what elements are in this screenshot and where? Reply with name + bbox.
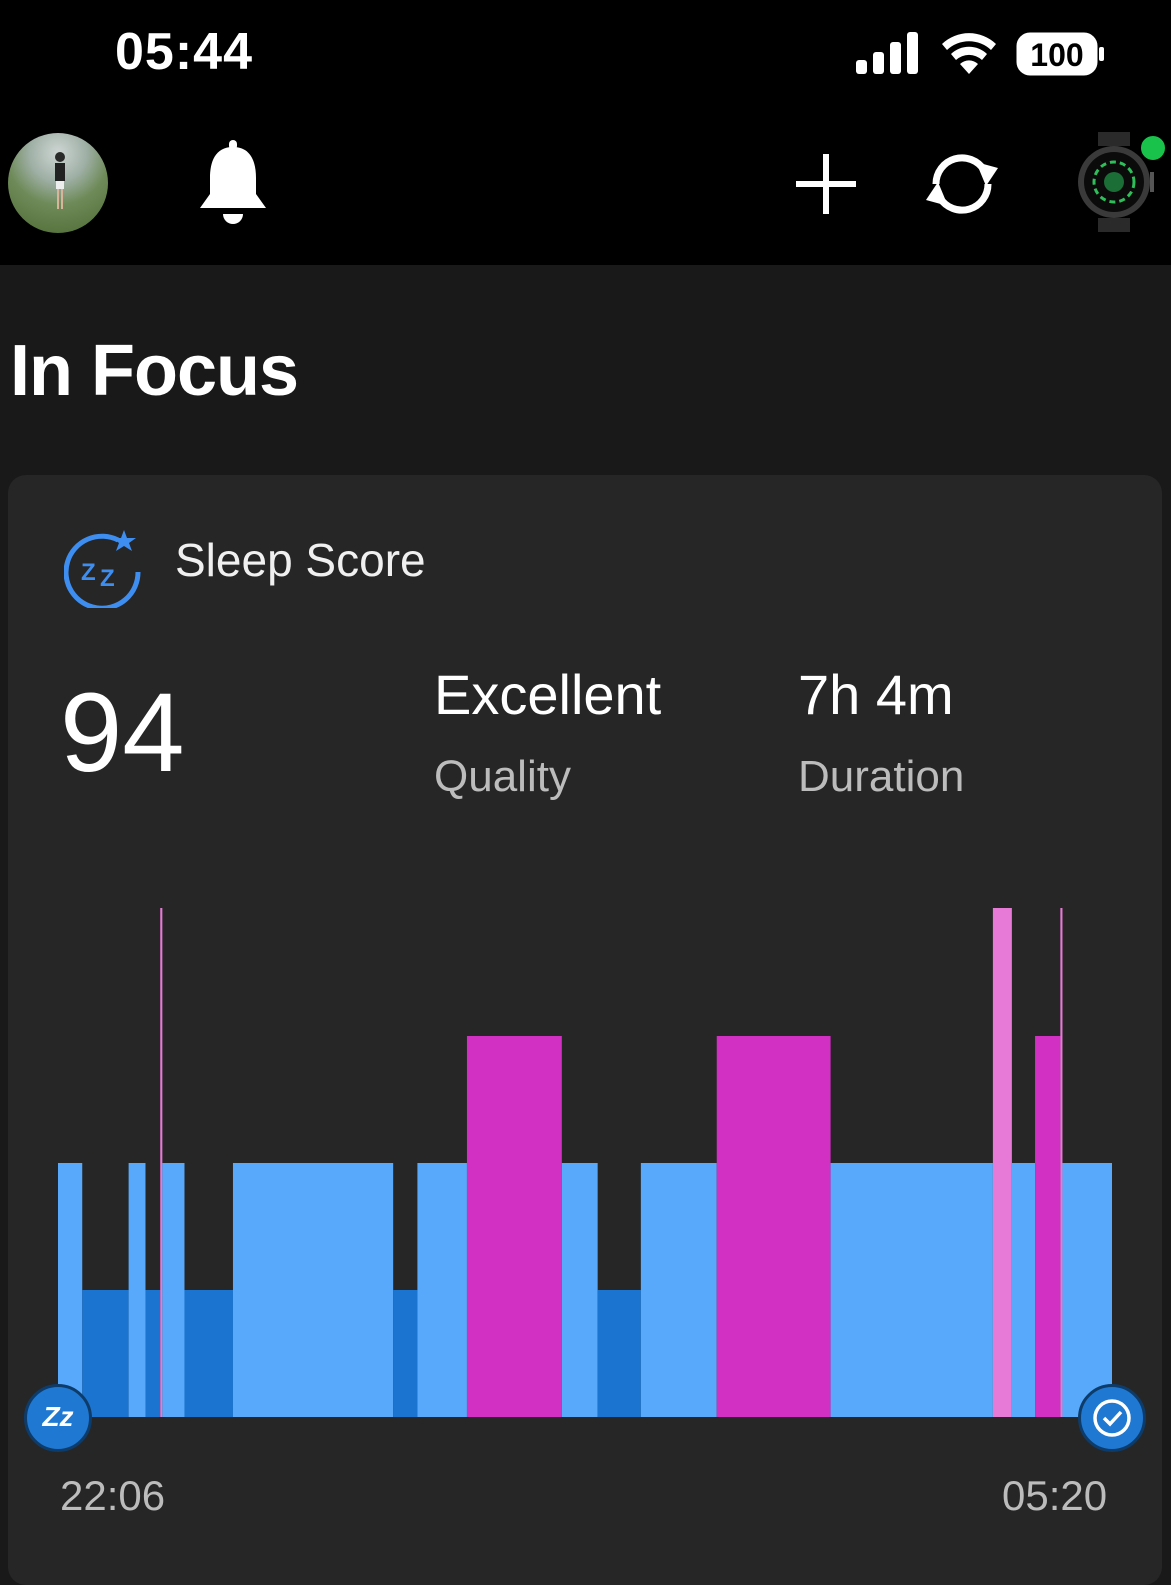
battery-icon: 100 (1016, 32, 1106, 76)
duration-value: 7h 4m (798, 663, 954, 726)
battery-level: 100 (1030, 37, 1084, 73)
sync-icon[interactable] (920, 148, 1004, 220)
avatar[interactable] (8, 133, 108, 233)
device-connected-indicator (1139, 134, 1167, 162)
plus-icon[interactable] (796, 154, 856, 214)
card-title: Sleep Score (175, 534, 426, 586)
duration-label: Duration (798, 752, 965, 801)
status-time: 05:44 (115, 23, 253, 81)
quality-label: Quality (434, 752, 571, 801)
svg-text:Z: Z (100, 565, 115, 592)
wifi-icon (942, 33, 996, 74)
quality-value: Excellent (434, 663, 662, 726)
sleep-start-label: Zz (42, 1401, 74, 1432)
section-title: In Focus (10, 331, 299, 411)
wake-time-button[interactable] (1078, 1384, 1146, 1452)
cellular-signal-icon (856, 32, 918, 74)
sleep-score-card[interactable] (8, 475, 1162, 1585)
sleep-score-icon: Z Z (64, 530, 141, 608)
sleep-start-time: 22:06 (60, 1472, 166, 1519)
sleep-score-value: 94 (60, 670, 185, 795)
clock-icon (1093, 1399, 1131, 1437)
sleep-start-button[interactable]: Zz (24, 1384, 92, 1452)
bell-icon[interactable] (196, 140, 270, 226)
svg-text:Z: Z (81, 559, 96, 586)
sleep-end-time: 05:20 (1002, 1472, 1108, 1519)
